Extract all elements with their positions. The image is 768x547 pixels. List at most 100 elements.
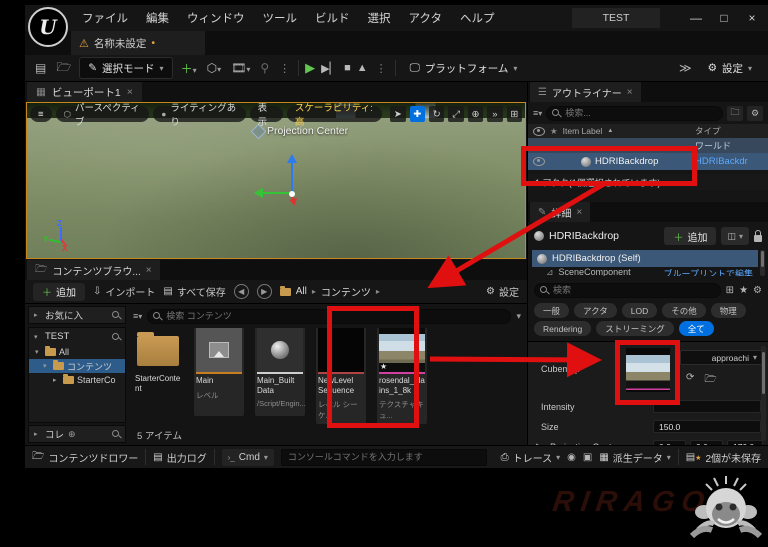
back-button[interactable]: ◀ <box>234 284 249 299</box>
settings-dropdown[interactable]: ⚙ 設定 ▾ <box>700 58 760 78</box>
save-icon[interactable]: ▤ <box>33 61 48 75</box>
unreal-logo-icon[interactable]: U <box>28 7 68 47</box>
search-icon[interactable] <box>112 430 120 438</box>
close-icon[interactable]: × <box>127 86 133 98</box>
menu-file[interactable]: ファイル <box>73 10 137 26</box>
content-browser-icon[interactable]: 🗁 <box>54 58 73 79</box>
add-actor-icon[interactable]: ＋▾ <box>179 60 199 77</box>
asset-main-built-data[interactable]: Main_Built Data /Script/Engin... <box>255 328 305 416</box>
console-command-input[interactable] <box>281 449 487 466</box>
outliner-search-input[interactable] <box>546 106 723 121</box>
cmd-dropdown[interactable]: ›_ Cmd ▾ <box>222 449 274 466</box>
snapping-overflow-icon[interactable]: » <box>487 106 502 122</box>
filter-actor[interactable]: アクタ <box>574 303 617 318</box>
create-folder-icon[interactable]: 🗀 <box>727 106 743 121</box>
gear-icon[interactable]: ⚙ <box>747 106 763 121</box>
unsaved-assets-button[interactable]: ▤★ 2個が未保存 <box>686 450 761 465</box>
search-options-chevron-icon[interactable]: ▾ <box>516 311 521 322</box>
world-coordinate-icon[interactable]: ⊕ <box>468 106 483 122</box>
trace-dropdown[interactable]: ⎙ トレース ▾ <box>501 450 561 465</box>
close-icon[interactable]: × <box>146 265 152 276</box>
asset-folder-startercontent[interactable]: StarterContent <box>133 328 183 393</box>
save-all-button[interactable]: ▤ すべて保存 <box>163 284 225 299</box>
gear-icon[interactable]: ⚙ <box>753 285 762 296</box>
filter-rendering[interactable]: Rendering <box>534 321 591 336</box>
component-scrollbar[interactable] <box>760 250 765 276</box>
size-field[interactable]: 150.0 <box>653 420 761 433</box>
item-label-column[interactable]: Item Label <box>563 126 603 136</box>
close-icon[interactable]: × <box>576 207 582 218</box>
filter-icon[interactable]: ≡▾ <box>533 108 542 118</box>
content-browser-tab[interactable]: 🗁 コンテンツブラウ... × <box>27 260 160 280</box>
perspective-dropdown[interactable]: ⬡ パースペクティブ <box>56 106 150 122</box>
viewport-tab[interactable]: ▦ ビューポート1 × <box>27 82 142 102</box>
favorites-header[interactable]: ▸ お気に入 <box>28 306 126 324</box>
use-selected-asset-icon[interactable]: ⟳ <box>686 372 694 389</box>
intensity-field[interactable] <box>653 400 761 413</box>
scalability-warning-pill[interactable]: スケーラビリティ:高 <box>287 106 382 122</box>
blueprints-icon[interactable]: ⬡▾ <box>205 61 224 75</box>
edit-blueprint-link[interactable]: ブループリントで編集 <box>664 267 753 276</box>
asset-search-input[interactable] <box>147 309 511 324</box>
filter-physics[interactable]: 物理 <box>711 303 746 318</box>
collections-header[interactable]: ▸ コレ ⊕ <box>28 425 126 443</box>
browse-to-asset-icon[interactable]: 🗁 <box>704 372 716 389</box>
maximize-viewport-icon[interactable]: ⊞ <box>507 106 522 122</box>
filter-misc[interactable]: その他 <box>662 303 706 318</box>
menu-window[interactable]: ウィンドウ <box>178 10 254 26</box>
search-icon[interactable] <box>112 333 120 341</box>
cinematics-icon[interactable]: 🎞▾ <box>229 61 252 75</box>
close-button[interactable]: × <box>740 11 764 25</box>
viewport-menu-button[interactable]: ≡ <box>30 106 52 122</box>
filter-all[interactable]: 全て <box>679 321 714 336</box>
outliner-column-header[interactable]: ★ Item Label ▲ タイプ <box>528 124 768 138</box>
menu-build[interactable]: ビルド <box>306 10 359 26</box>
visibility-eye-icon[interactable] <box>533 157 545 166</box>
details-scrollbar[interactable] <box>761 346 766 441</box>
import-button[interactable]: ⇩ インポート <box>93 284 155 299</box>
gizmo-center[interactable] <box>289 191 295 197</box>
blueprint-dropdown-button[interactable]: ◫ ▾ <box>721 227 749 245</box>
type-column[interactable]: タイプ <box>695 125 763 137</box>
tree-item-all[interactable]: ▾ All <box>29 345 125 359</box>
filter-icon[interactable]: ≡▾ <box>133 311 142 321</box>
toolbar-overflow-dots[interactable]: ⋮ <box>277 62 292 75</box>
details-tab[interactable]: ✎ 詳細 × <box>530 202 590 222</box>
modify-icon[interactable]: ⚲ <box>258 61 271 75</box>
snapshot-icon[interactable]: ▣ <box>583 452 592 463</box>
select-mode-dropdown[interactable]: ✎ 選択モード ▾ <box>79 57 172 79</box>
display-options-icon[interactable]: ⊞ <box>726 285 734 296</box>
component-row-scene[interactable]: ⊿ SceneComponent ブループリントで編集 <box>532 267 758 276</box>
breadcrumb-folder[interactable]: コンテンツ <box>321 284 371 299</box>
platforms-dropdown[interactable]: 🖵 プラットフォーム ▾ <box>402 58 526 78</box>
filter-streaming[interactable]: ストリーミング <box>596 321 674 336</box>
filter-general[interactable]: 一般 <box>534 303 569 318</box>
skip-button[interactable]: ▶▏ <box>321 62 338 75</box>
menu-help[interactable]: ヘルプ <box>451 10 504 26</box>
menu-select[interactable]: 選択 <box>359 10 400 26</box>
derived-data-dropdown[interactable]: ▦ 派生データ ▾ <box>599 450 670 465</box>
lock-icon[interactable] <box>754 235 762 242</box>
project-name-badge[interactable]: TEST <box>572 8 660 28</box>
select-tool-icon[interactable]: ➤ <box>390 106 405 122</box>
outliner-row-world[interactable]: ワールド <box>528 138 768 153</box>
tree-item-startercontent[interactable]: ▸ StarterCo <box>29 373 125 387</box>
gizmo-z-arrow[interactable] <box>291 157 293 193</box>
gizmo-y-arrow[interactable] <box>257 192 291 194</box>
cubemap-thumbnail[interactable] <box>626 348 670 392</box>
asset-newlevel-sequence[interactable]: NewLevel Sequence レベル シーケ... <box>316 328 366 424</box>
toolbar-expand-icon[interactable]: ≫ <box>677 61 694 75</box>
minimize-button[interactable]: — <box>684 11 708 25</box>
record-icon[interactable]: ◉ <box>567 452 576 463</box>
favorites-star-icon[interactable]: ★ <box>739 285 748 296</box>
output-log-button[interactable]: ▤ 出力ログ <box>153 450 206 465</box>
menu-actor[interactable]: アクタ <box>400 10 451 26</box>
scale-tool-icon[interactable]: ⤢ <box>448 106 463 122</box>
maximize-button[interactable]: □ <box>712 11 736 25</box>
move-tool-icon[interactable]: ✚ <box>410 106 425 122</box>
show-dropdown[interactable]: 表示 <box>250 106 283 122</box>
content-browser-settings-button[interactable]: ⚙ 設定 <box>486 284 519 299</box>
close-icon[interactable]: × <box>627 87 633 98</box>
project-tree-header[interactable]: ▾ TEST <box>29 328 125 345</box>
add-content-button[interactable]: ＋ 追加 <box>33 283 85 301</box>
